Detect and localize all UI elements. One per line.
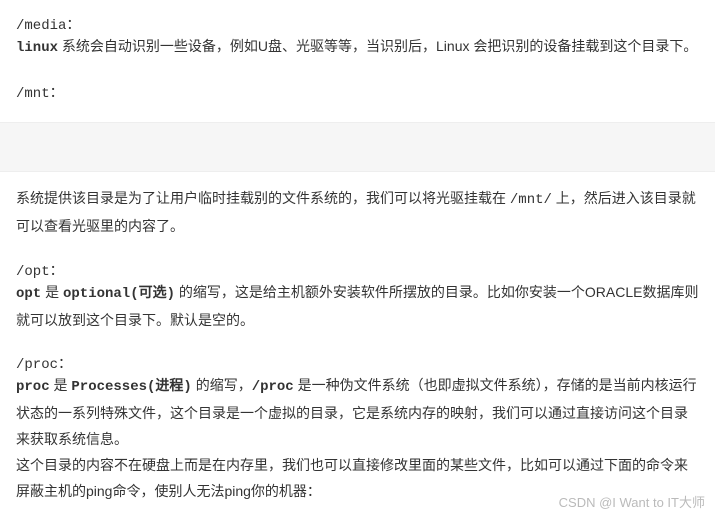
keyword-processes: Processes(进程) [71,379,191,395]
proc-text2: 的缩写， [192,377,252,393]
keyword-proc-path: /proc [252,379,294,395]
opt-description: opt 是 optional(可选) 的缩写，这是给主机额外安装软件所摆放的目录… [16,280,699,334]
mnt-heading: /mnt： [16,82,699,102]
mnt-description: 系统提供该目录是为了让用户临时挂载别的文件系统的，我们可以将光驱挂载在 /mnt… [16,186,699,240]
opt-heading: /opt： [16,260,699,280]
proc-text1: 是 [50,377,72,393]
proc-heading: /proc： [16,353,699,373]
media-description: linux 系统会自动识别一些设备，例如U盘、光驱等等，当识别后，Linux 会… [16,34,699,62]
keyword-proc: proc [16,379,50,395]
mnt-path-code: /mnt/ [510,192,552,208]
proc-description-2: 这个目录的内容不在硬盘上而是在内存里，我们也可以直接修改里面的某些文件，比如可以… [16,453,699,505]
keyword-linux: linux [16,40,58,56]
proc-description-1: proc 是 Processes(进程) 的缩写，/proc 是一种伪文件系统（… [16,373,699,453]
media-heading: /media： [16,14,699,34]
spacer [16,333,699,347]
top-panel: /media： linux 系统会自动识别一些设备，例如U盘、光驱等等，当识别后… [0,0,715,122]
spacer [16,240,699,254]
keyword-optional: optional(可选) [63,286,175,302]
opt-text1: 是 [41,284,63,300]
spacer [16,62,699,76]
bottom-panel: 系统提供该目录是为了让用户临时挂载别的文件系统的，我们可以将光驱挂载在 /mnt… [0,172,715,515]
media-text: 系统会自动识别一些设备，例如U盘、光驱等等，当识别后，Linux 会把识别的设备… [58,38,697,54]
mnt-text-pre: 系统提供该目录是为了让用户临时挂载别的文件系统的，我们可以将光驱挂载在 [16,190,510,206]
separator-band [0,122,715,172]
keyword-opt: opt [16,286,41,302]
